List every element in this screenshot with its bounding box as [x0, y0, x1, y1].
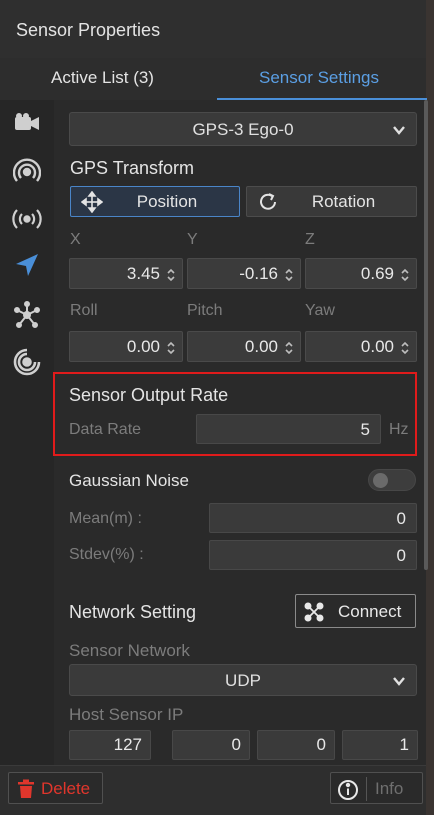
position-z-input[interactable]: 0.69	[305, 258, 417, 289]
yaw-value: 0.00	[360, 337, 394, 356]
roll-input[interactable]: 0.00	[69, 331, 183, 362]
network-nodes-icon	[304, 602, 324, 627]
gps-navigation-icon[interactable]	[10, 250, 44, 280]
hz-unit-label: Hz	[389, 421, 409, 438]
roll-value: 0.00	[126, 337, 160, 356]
ultrasonic-icon[interactable]	[10, 347, 44, 377]
trash-icon	[17, 779, 35, 804]
data-rate-label: Data Rate	[69, 421, 142, 438]
stdev-label: Stdev(%) :	[69, 546, 144, 563]
camera-icon[interactable]	[10, 108, 44, 138]
sensor-select-dropdown[interactable]: GPS-3 Ego-0	[69, 112, 417, 146]
spinner-icon[interactable]	[400, 340, 410, 360]
position-x-value: 3.45	[126, 264, 160, 283]
z-axis-label: Z	[305, 231, 315, 248]
host-ip-octet-4[interactable]: 1	[342, 730, 418, 760]
delete-button[interactable]: Delete	[8, 772, 103, 804]
host-sensor-ip-label: Host Sensor IP	[69, 705, 184, 724]
mean-input[interactable]: 0	[209, 503, 417, 533]
x-axis-label: X	[70, 231, 81, 248]
position-y-value: -0.16	[239, 264, 278, 283]
rotation-label: Rotation	[311, 191, 376, 211]
footer-bar: Delete Info	[0, 765, 426, 815]
chevron-down-icon	[392, 673, 406, 693]
gaussian-noise-heading: Gaussian Noise	[69, 471, 190, 490]
stdev-input[interactable]: 0	[209, 540, 417, 570]
host-ip-octet-2[interactable]: 0	[172, 730, 250, 760]
host-ip-octet-value: 1	[399, 735, 409, 754]
pitch-input[interactable]: 0.00	[187, 331, 301, 362]
position-label: Position	[136, 191, 198, 211]
spinner-icon[interactable]	[284, 267, 294, 287]
panel-title: Sensor Properties	[16, 20, 161, 40]
sensor-network-value: UDP	[225, 671, 261, 690]
connect-label: Connect	[338, 602, 402, 621]
gaussian-noise-toggle[interactable]	[368, 469, 416, 491]
sensor-select-value: GPS-3 Ego-0	[192, 120, 294, 139]
yaw-label: Yaw	[305, 302, 335, 319]
info-label: Info	[375, 779, 404, 798]
host-ip-octet-value: 0	[316, 735, 326, 754]
data-rate-input[interactable]: 5	[196, 414, 381, 444]
sensor-output-rate-heading: Sensor Output Rate	[69, 385, 229, 405]
sensor-network-dropdown[interactable]: UDP	[69, 664, 417, 696]
position-y-input[interactable]: -0.16	[187, 258, 301, 289]
tab-bar: Active List (3) Sensor Settings	[0, 58, 427, 100]
spinner-icon[interactable]	[400, 267, 410, 287]
info-button[interactable]: Info	[330, 772, 423, 804]
content-scrollbar[interactable]	[424, 100, 428, 570]
toggle-knob	[373, 473, 388, 488]
mean-value: 0	[396, 509, 406, 528]
divider	[366, 777, 367, 801]
network-setting-heading: Network Setting	[69, 602, 197, 622]
chevron-down-icon	[392, 122, 406, 142]
spinner-icon[interactable]	[284, 340, 294, 360]
rotation-tab-button[interactable]: Rotation	[246, 186, 417, 217]
position-x-input[interactable]: 3.45	[69, 258, 183, 289]
y-axis-label: Y	[187, 231, 198, 248]
position-z-value: 0.69	[360, 264, 394, 283]
broadcast-icon[interactable]	[10, 204, 44, 234]
roll-label: Roll	[70, 302, 98, 319]
host-ip-octet-3[interactable]: 0	[257, 730, 335, 760]
yaw-input[interactable]: 0.00	[305, 331, 417, 362]
host-ip-octet-value: 127	[113, 735, 142, 754]
connect-button[interactable]: Connect	[295, 594, 416, 628]
info-icon	[337, 779, 359, 806]
position-tab-button[interactable]: Position	[70, 186, 240, 217]
sensor-type-sidebar	[0, 100, 54, 765]
tab-active-list[interactable]: Active List (3)	[51, 68, 154, 88]
lidar-icon[interactable]	[10, 300, 44, 330]
sensor-properties-panel: Sensor Properties Active List (3) Sensor…	[0, 0, 428, 815]
radar-icon[interactable]	[10, 157, 44, 187]
data-rate-value: 5	[360, 420, 370, 439]
host-ip-octet-value: 0	[231, 735, 241, 754]
sensor-settings-content: GPS-3 Ego-0 GPS Transform Position Rotat…	[54, 100, 426, 765]
host-ip-octet-1[interactable]: 127	[69, 730, 151, 760]
stdev-value: 0	[396, 546, 406, 565]
pitch-label: Pitch	[187, 302, 223, 319]
tab-sensor-settings[interactable]: Sensor Settings	[259, 68, 379, 88]
title-bar: Sensor Properties	[0, 0, 426, 58]
gps-transform-heading: GPS Transform	[70, 158, 195, 178]
mean-label: Mean(m) :	[69, 510, 142, 527]
delete-label: Delete	[41, 779, 91, 798]
spinner-icon[interactable]	[166, 340, 176, 360]
sensor-network-label: Sensor Network	[69, 641, 190, 660]
spinner-icon[interactable]	[166, 267, 176, 287]
pitch-value: 0.00	[244, 337, 278, 356]
